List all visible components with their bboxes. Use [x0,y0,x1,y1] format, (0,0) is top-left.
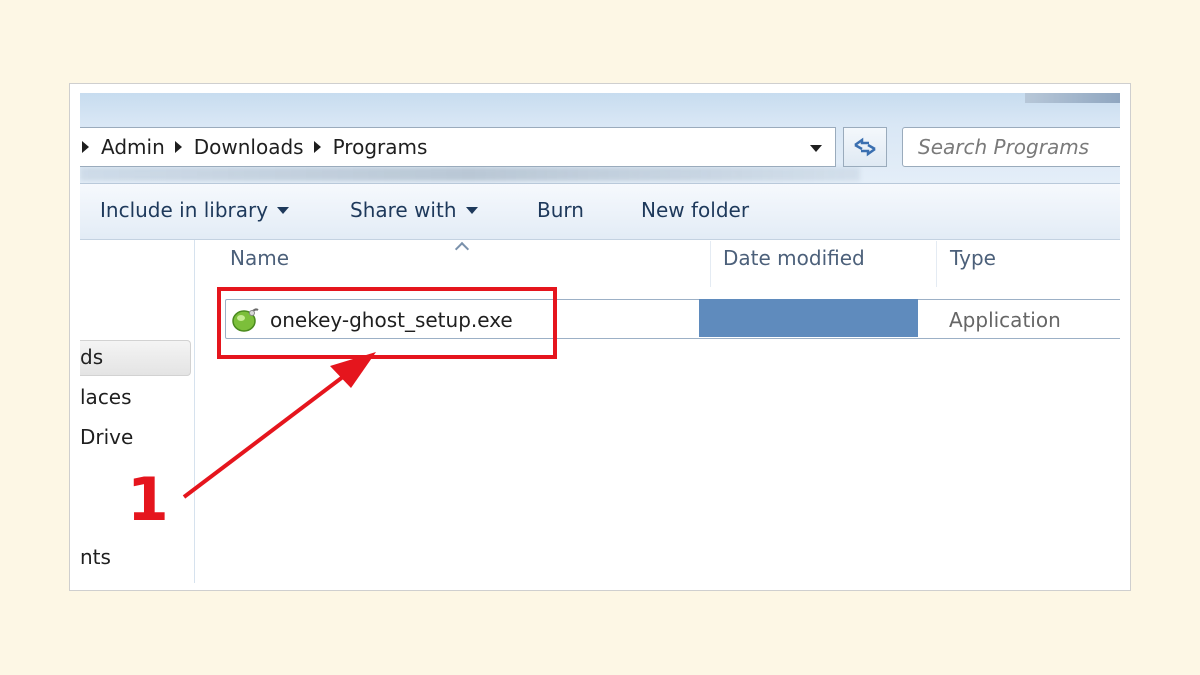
pointer-arrow [182,352,376,499]
step-number: 1 [127,465,169,535]
